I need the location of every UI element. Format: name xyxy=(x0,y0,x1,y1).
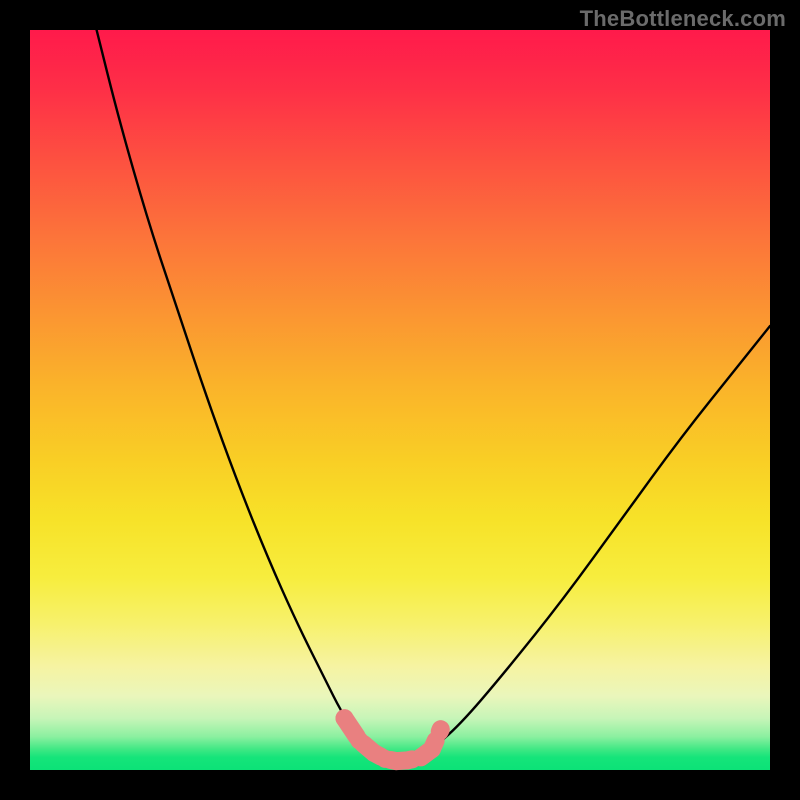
trough-marker xyxy=(423,740,441,758)
trough-marker xyxy=(432,720,450,738)
trough-marker xyxy=(336,709,354,727)
bottleneck-curve xyxy=(97,30,770,761)
trough-marker-group xyxy=(336,709,450,770)
watermark-text: TheBottleneck.com xyxy=(580,6,786,32)
curve-svg xyxy=(30,30,770,770)
chart-frame: TheBottleneck.com xyxy=(0,0,800,800)
trough-marker xyxy=(350,731,368,749)
plot-area xyxy=(30,30,770,770)
